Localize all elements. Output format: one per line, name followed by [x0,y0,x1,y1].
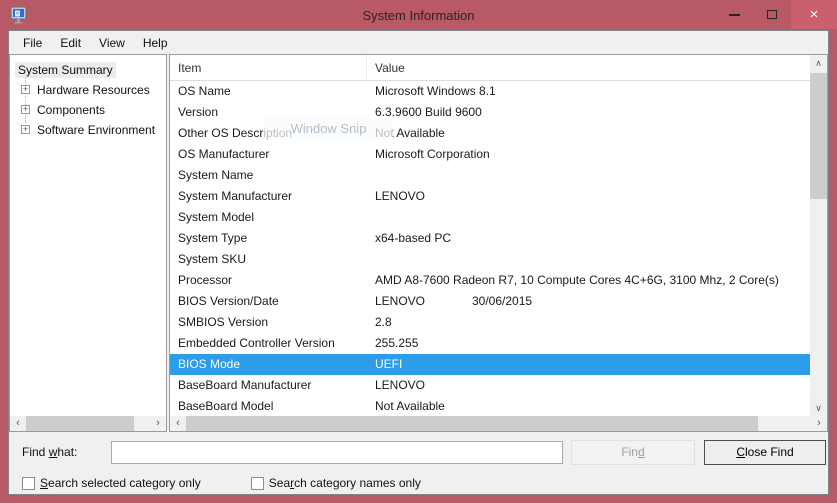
table-row[interactable]: System SKU [170,249,810,270]
details-list: Item Value OS Name Microsoft Windows 8.1… [169,54,828,432]
row-item: System Manufacturer [170,186,367,207]
tree-horizontal-scrollbar[interactable]: ‹ › [10,416,166,431]
expand-icon[interactable]: + [21,85,30,94]
row-value: Microsoft Windows 8.1 [367,81,496,102]
table-horizontal-scrollbar[interactable]: ‹ › [170,416,827,431]
expand-icon[interactable]: + [21,125,30,134]
table-row[interactable]: System Model [170,207,810,228]
tree-item-software-environment[interactable]: + Software Environment [10,120,166,140]
find-input[interactable] [111,441,563,464]
table-row[interactable]: Processor AMD A8-7600 Radeon R7, 10 Comp… [170,270,810,291]
table-row[interactable]: SMBIOS Version 2.8 [170,312,810,333]
search-selected-category-label: Search selected category only [40,476,201,490]
system-information-window: System Information × File Edit View Help… [0,0,837,503]
scroll-left-icon[interactable]: ‹ [10,416,26,431]
table-row[interactable]: BaseBoard Model Not Available [170,396,810,416]
table-row[interactable]: BIOS Mode UEFI [170,354,810,375]
table-row[interactable]: OS Name Microsoft Windows 8.1 [170,81,810,102]
expand-icon[interactable]: + [21,105,30,114]
maximize-icon [767,10,777,19]
table-row[interactable]: BaseBoard Manufacturer LENOVO [170,375,810,396]
search-selected-category-option[interactable]: Search selected category only [22,476,201,490]
row-item: System SKU [170,249,367,270]
row-value: UEFI [367,354,402,375]
row-item: OS Manufacturer [170,144,367,165]
row-item: BaseBoard Model [170,396,367,416]
row-item: Processor [170,270,367,291]
row-value: x64-based PC [367,228,451,249]
window-snip-ghost: Window Snip [264,118,393,140]
menu-edit[interactable]: Edit [51,33,90,53]
menu-view[interactable]: View [90,33,134,53]
window-controls: × [715,0,837,29]
search-category-names-option[interactable]: Search category names only [251,476,421,490]
menu-help[interactable]: Help [134,33,177,53]
table-row[interactable]: System Type x64-based PC [170,228,810,249]
scrollbar-thumb[interactable] [810,73,827,199]
search-category-names-checkbox[interactable] [251,477,264,490]
search-category-names-label: Search category names only [269,476,421,490]
row-value [367,249,375,270]
row-item: BIOS Version/Date [170,291,367,312]
tree-item-components[interactable]: + Components [10,100,166,120]
minimize-icon [729,14,740,16]
row-item: BIOS Mode [170,354,367,375]
row-value: LENOVO [367,186,425,207]
table-row[interactable]: OS Manufacturer Microsoft Corporation [170,144,810,165]
column-header-value[interactable]: Value [367,61,405,75]
find-bar: Find what: Find Close Find [9,434,828,470]
row-value [367,165,375,186]
close-icon: × [810,6,819,23]
table-header: Item Value [170,55,810,81]
minimize-button[interactable] [715,0,753,29]
table-row[interactable]: System Manufacturer LENOVO [170,186,810,207]
row-item: SMBIOS Version [170,312,367,333]
main-area: System Summary + Hardware Resources + Co… [9,54,828,432]
scrollbar-thumb[interactable] [26,416,134,431]
row-item: OS Name [170,81,367,102]
table-row[interactable]: BIOS Version/Date LENOVO 30/06/2015 [170,291,810,312]
row-value: 255.255 [367,333,418,354]
close-find-button[interactable]: Close Find [704,440,826,465]
row-item: BaseBoard Manufacturer [170,375,367,396]
vertical-scrollbar[interactable]: ∧ ∨ [810,55,827,416]
row-item: System Model [170,207,367,228]
row-value [367,207,375,228]
menu-file[interactable]: File [14,33,51,53]
tree-item-system-summary[interactable]: System Summary [10,60,166,80]
row-value: Not Available [367,396,445,416]
row-value: 2.8 [367,312,392,333]
scroll-up-icon[interactable]: ∧ [810,55,827,71]
row-item: Embedded Controller Version [170,333,367,354]
row-value: LENOVO [367,375,425,396]
close-button[interactable]: × [791,0,837,29]
table-row[interactable]: Embedded Controller Version 255.255 [170,333,810,354]
row-item: System Type [170,228,367,249]
row-value-secondary: 30/06/2015 [472,291,532,312]
row-value: LENOVO [367,291,472,312]
scroll-right-icon[interactable]: › [811,416,827,431]
maximize-button[interactable] [753,0,791,29]
scrollbar-thumb[interactable] [186,416,758,431]
row-item: System Name [170,165,367,186]
scroll-down-icon[interactable]: ∨ [810,400,827,416]
scroll-left-icon[interactable]: ‹ [170,416,186,431]
search-options: Search selected category only Search cat… [9,472,828,494]
find-button[interactable]: Find [571,440,695,465]
tree-item-hardware-resources[interactable]: + Hardware Resources [10,80,166,100]
window-body: File Edit View Help System Summary + Har… [8,30,829,495]
titlebar: System Information × [0,0,837,30]
column-header-item[interactable]: Item [170,55,367,80]
window-title: System Information [0,8,837,23]
row-value: Microsoft Corporation [367,144,490,165]
search-selected-category-checkbox[interactable] [22,477,35,490]
find-what-label: Find what: [15,445,111,459]
table-row[interactable]: System Name [170,165,810,186]
menubar: File Edit View Help [9,31,828,54]
row-value: AMD A8-7600 Radeon R7, 10 Compute Cores … [367,270,779,291]
category-tree: System Summary + Hardware Resources + Co… [9,54,167,432]
scroll-right-icon[interactable]: › [150,416,166,431]
